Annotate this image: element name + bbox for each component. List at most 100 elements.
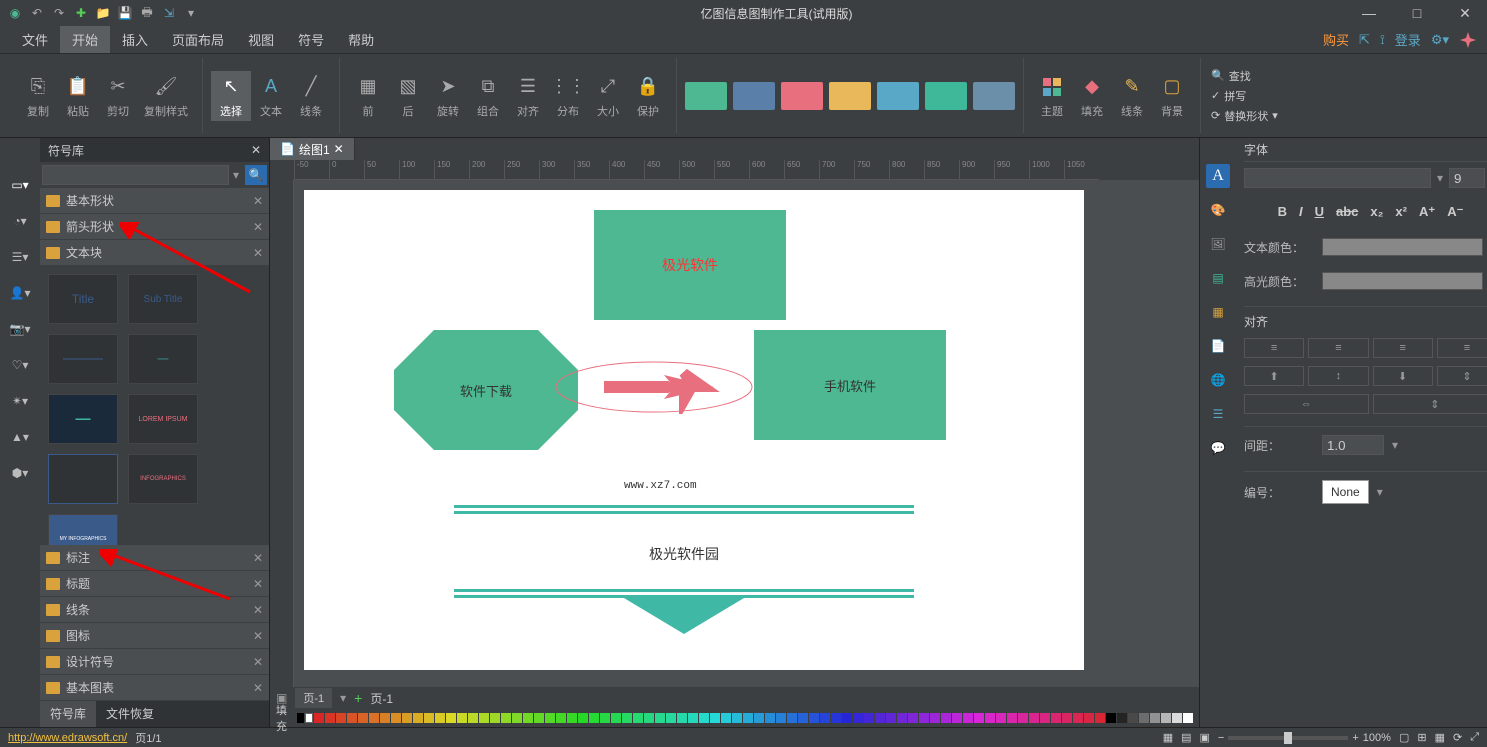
status-icon[interactable]: ⤢: [1470, 731, 1479, 744]
library-search-input[interactable]: [42, 165, 229, 185]
color-cell[interactable]: [358, 713, 368, 723]
view-mode-icon[interactable]: ▦: [1163, 731, 1173, 744]
bring-front-button[interactable]: ▦前: [348, 71, 388, 121]
rtab-property-icon[interactable]: ☰: [1206, 402, 1230, 426]
align-right-button[interactable]: ≡: [1373, 338, 1433, 358]
color-cell[interactable]: [611, 713, 621, 723]
color-swatch-1[interactable]: [685, 82, 727, 110]
strip-list-icon[interactable]: ☰▾: [9, 246, 31, 268]
close-button[interactable]: ✕: [1449, 5, 1481, 22]
color-cell[interactable]: [297, 713, 304, 723]
document-tab[interactable]: 📄绘图1✕: [270, 138, 355, 160]
copy-button[interactable]: ⎘复制: [18, 71, 58, 121]
color-swatch-3[interactable]: [781, 82, 823, 110]
color-cell[interactable]: [908, 713, 918, 723]
category-lines[interactable]: 线条✕: [40, 597, 269, 623]
rtab-font-icon[interactable]: A: [1206, 164, 1230, 188]
font-grow-button[interactable]: A⁺: [1419, 204, 1435, 220]
print-icon[interactable]: 🖶: [138, 4, 156, 22]
color-cell[interactable]: [1084, 713, 1094, 723]
color-cell[interactable]: [402, 713, 412, 723]
color-cell[interactable]: [952, 713, 962, 723]
color-swatch-2[interactable]: [733, 82, 775, 110]
search-dropdown-icon[interactable]: ▾: [229, 168, 243, 182]
color-cell[interactable]: [1029, 713, 1039, 723]
color-cell[interactable]: [875, 713, 885, 723]
highlight-color-swatch[interactable]: [1322, 272, 1483, 290]
thumb-item[interactable]: [48, 454, 118, 504]
category-annotation[interactable]: 标注✕: [40, 545, 269, 571]
strip-rect-icon[interactable]: ▭▾: [9, 174, 31, 196]
color-cell[interactable]: [886, 713, 896, 723]
color-cell[interactable]: [336, 713, 346, 723]
underline-button[interactable]: U: [1315, 204, 1324, 220]
color-cell[interactable]: [963, 713, 973, 723]
color-cell[interactable]: [325, 713, 335, 723]
cut-button[interactable]: ✂剪切: [98, 71, 138, 121]
tab-file-recovery[interactable]: 文件恢复: [96, 701, 164, 727]
align-center-button[interactable]: ≡: [1308, 338, 1368, 358]
color-cell[interactable]: [534, 713, 544, 723]
color-cell[interactable]: [644, 713, 654, 723]
size-button[interactable]: ⤢大小: [588, 71, 628, 121]
stroke-button[interactable]: ✎线条: [1112, 71, 1152, 121]
color-cell[interactable]: [468, 713, 478, 723]
menu-view[interactable]: 视图: [236, 26, 286, 53]
tab-close-icon[interactable]: ✕: [334, 142, 344, 156]
color-cell[interactable]: [578, 713, 588, 723]
color-cell[interactable]: [688, 713, 698, 723]
app-logo-icon[interactable]: ◉: [6, 4, 24, 22]
color-cell[interactable]: [567, 713, 577, 723]
color-cell[interactable]: [1128, 713, 1138, 723]
color-cell[interactable]: [809, 713, 819, 723]
category-basic-charts[interactable]: 基本图表✕: [40, 675, 269, 701]
export-icon[interactable]: ⇲: [160, 4, 178, 22]
valign-stretch-button[interactable]: ⇕: [1437, 366, 1487, 386]
color-cell[interactable]: [941, 713, 951, 723]
shape-left-octagon[interactable]: 软件下载: [394, 330, 578, 450]
strike-button[interactable]: abc: [1336, 204, 1358, 220]
color-cell[interactable]: [820, 713, 830, 723]
page-tab[interactable]: 页-1: [295, 688, 332, 708]
status-url-link[interactable]: http://www.edrawsoft.cn/: [8, 732, 127, 744]
category-icons[interactable]: 图标✕: [40, 623, 269, 649]
category-close-icon[interactable]: ✕: [253, 577, 263, 591]
buy-link[interactable]: 购买: [1323, 30, 1349, 49]
select-tool[interactable]: ↖选择: [211, 71, 251, 121]
color-cell[interactable]: [842, 713, 852, 723]
align-justify-button[interactable]: ≡: [1437, 338, 1487, 358]
color-cell[interactable]: [699, 713, 709, 723]
color-swatch-5[interactable]: [877, 82, 919, 110]
thumb-item[interactable]: [48, 334, 118, 384]
color-cell[interactable]: [985, 713, 995, 723]
line-tool[interactable]: ╱线条: [291, 71, 331, 121]
qat-dropdown-icon[interactable]: ▾: [182, 4, 200, 22]
strip-pie-icon[interactable]: ◔▾: [9, 210, 31, 232]
format-painter-button[interactable]: 🖌复制样式: [138, 71, 194, 121]
status-icon[interactable]: ⟳: [1453, 731, 1462, 744]
color-cell[interactable]: [435, 713, 445, 723]
share-icon[interactable]: ⟟: [1380, 32, 1385, 48]
color-cell[interactable]: [1117, 713, 1127, 723]
strip-pot-icon[interactable]: ⬢▾: [9, 462, 31, 484]
color-cell[interactable]: [600, 713, 610, 723]
rtab-layer-icon[interactable]: ▦: [1206, 300, 1230, 324]
status-icon[interactable]: ⊞: [1417, 731, 1426, 744]
settings-icon[interactable]: ⚙▾: [1431, 32, 1449, 48]
menu-symbol[interactable]: 符号: [286, 26, 336, 53]
category-close-icon[interactable]: ✕: [253, 194, 263, 208]
color-cell[interactable]: [391, 713, 401, 723]
color-cell[interactable]: [919, 713, 929, 723]
distribute-button[interactable]: ⋮⋮分布: [548, 71, 588, 121]
menu-help[interactable]: 帮助: [336, 26, 386, 53]
category-close-icon[interactable]: ✕: [253, 629, 263, 643]
thumb-item[interactable]: LOREM IPSUM: [128, 394, 198, 444]
strip-camera-icon[interactable]: 📷▾: [9, 318, 31, 340]
color-cell[interactable]: [710, 713, 720, 723]
view-mode-icon[interactable]: ▤: [1181, 731, 1191, 744]
menu-file[interactable]: 文件: [10, 26, 60, 53]
color-cell[interactable]: [831, 713, 841, 723]
color-cell[interactable]: [666, 713, 676, 723]
color-cell[interactable]: [1018, 713, 1028, 723]
rtab-doc-icon[interactable]: 📄: [1206, 334, 1230, 358]
